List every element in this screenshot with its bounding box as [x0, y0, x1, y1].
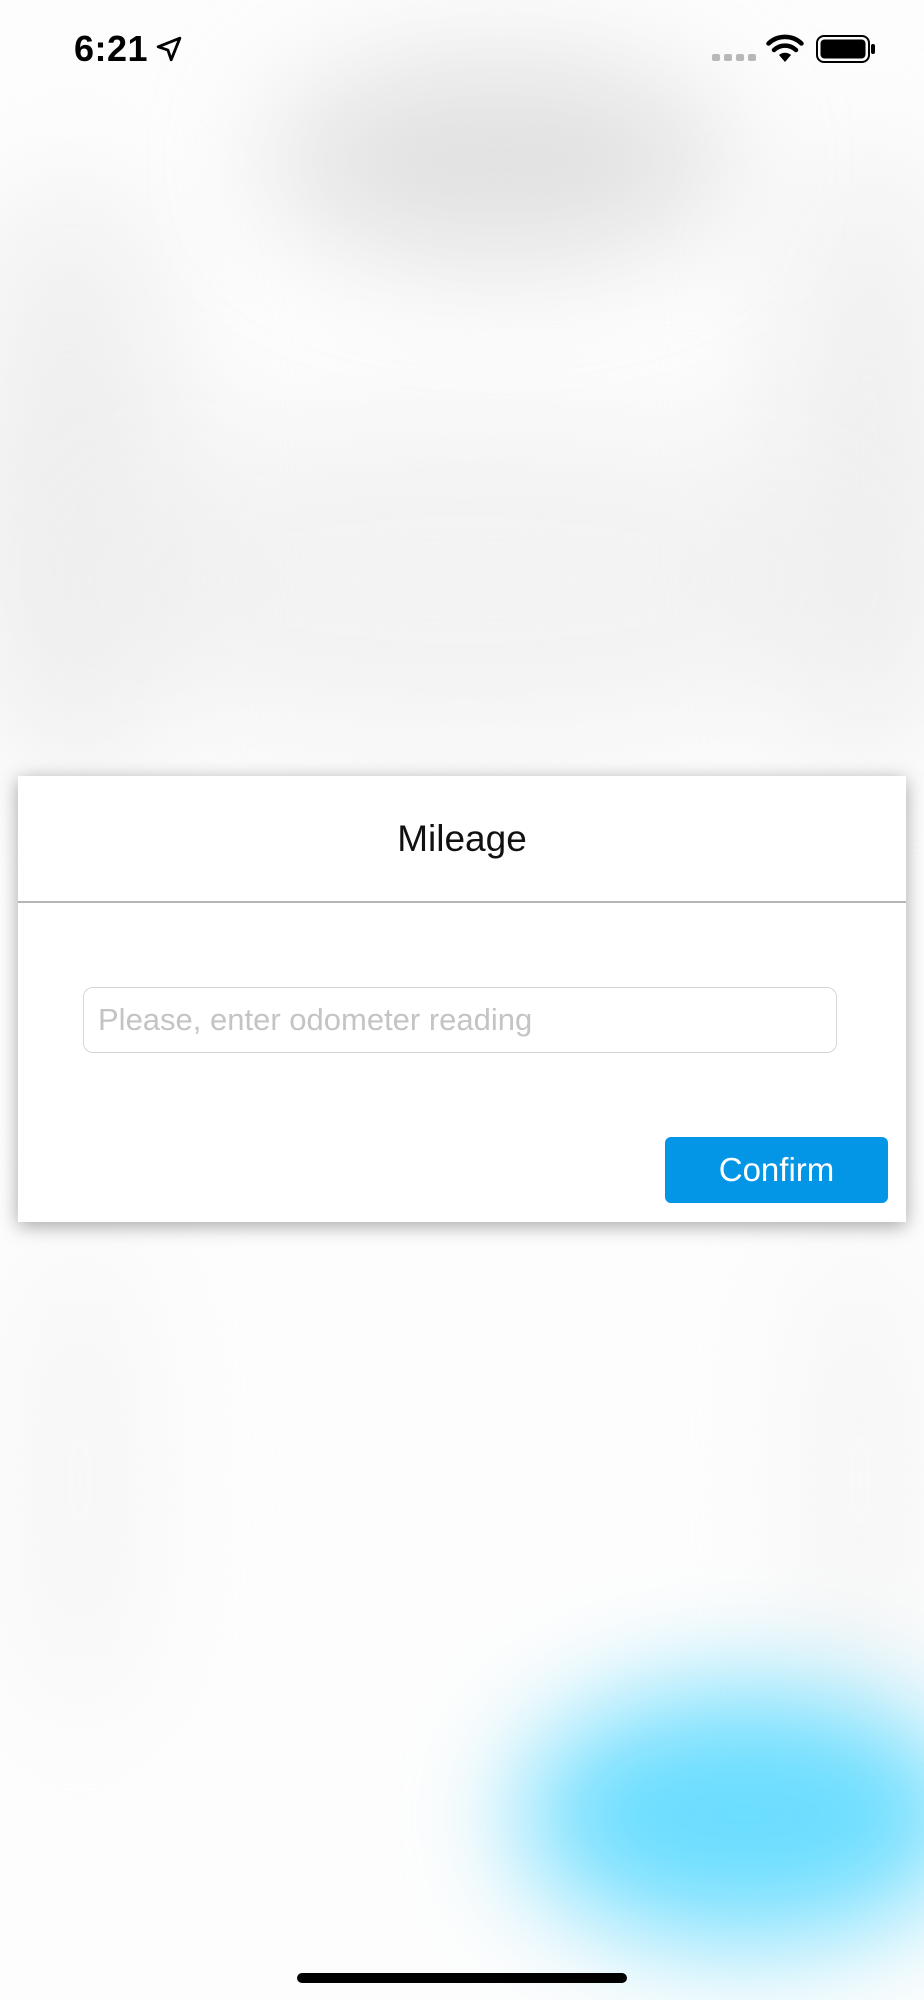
status-bar: 6:21: [0, 0, 924, 100]
home-indicator[interactable]: [297, 1973, 627, 1983]
battery-icon: [816, 35, 875, 63]
confirm-button[interactable]: Confirm: [665, 1137, 888, 1203]
background-blur: [40, 420, 890, 740]
odometer-reading-input[interactable]: [83, 987, 837, 1053]
dialog-header: Mileage: [18, 776, 906, 903]
background-blur: [20, 1230, 140, 1730]
cellular-signal-icon: [712, 54, 756, 61]
location-arrow-icon: [156, 36, 182, 62]
background-blue-glow: [520, 1690, 924, 1940]
wifi-icon: [766, 34, 804, 62]
background-blur: [800, 1230, 920, 1730]
dialog-title: Mileage: [397, 817, 527, 859]
mileage-dialog: Mileage Confirm: [18, 776, 906, 1222]
status-time: 6:21: [74, 28, 149, 69]
app-screen: 6:21 Mileage Confirm: [0, 0, 924, 2000]
